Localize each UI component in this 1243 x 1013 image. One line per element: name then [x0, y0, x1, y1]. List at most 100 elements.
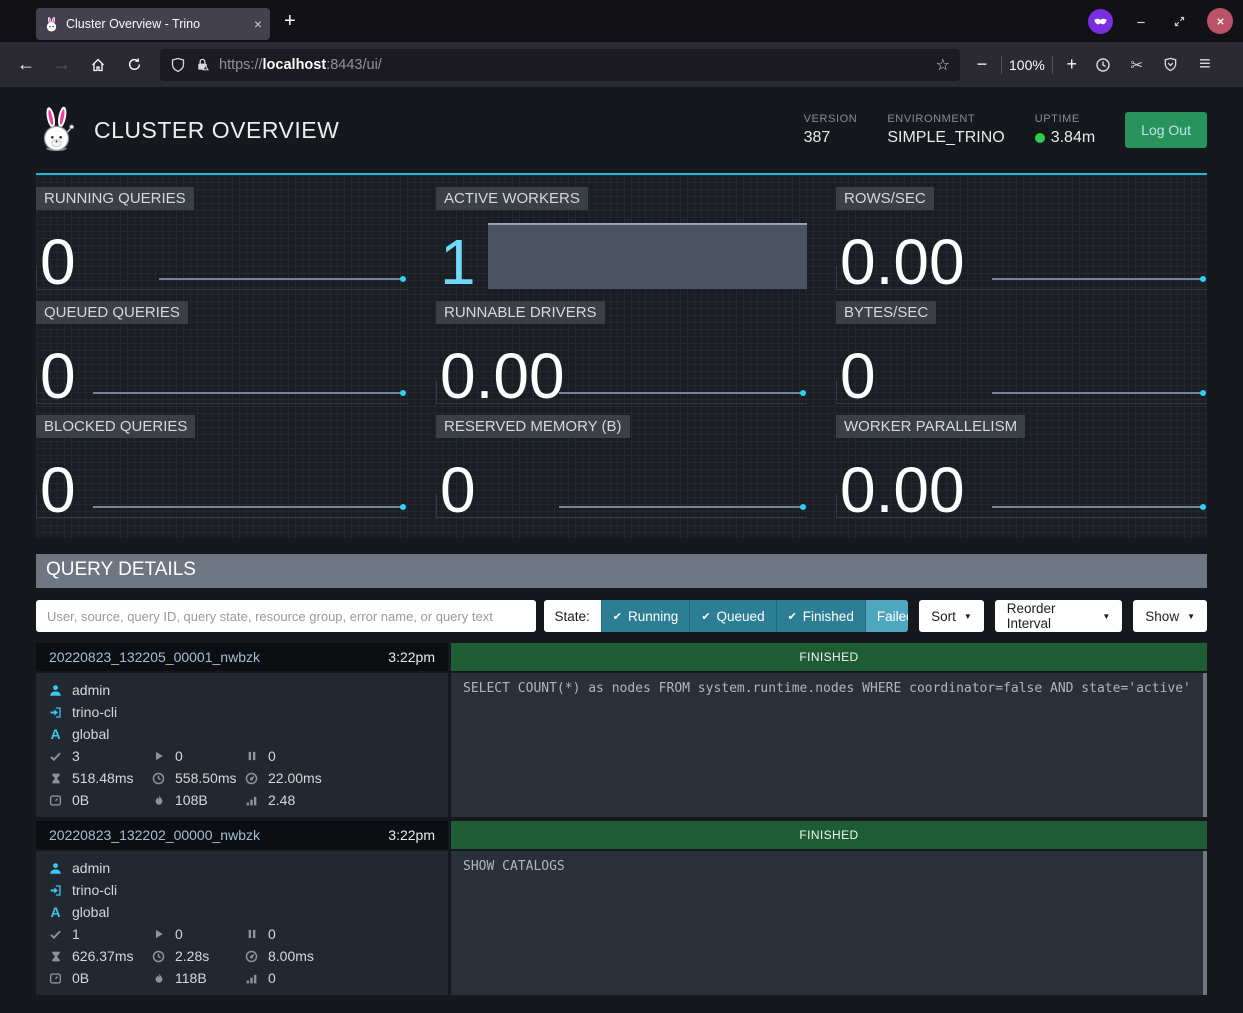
- reload-button[interactable]: [118, 49, 150, 81]
- tab-title: Cluster Overview - Trino: [66, 17, 247, 31]
- zoom-level[interactable]: 100%: [1009, 57, 1045, 73]
- restore-button[interactable]: [1169, 15, 1189, 28]
- bookmark-star-icon[interactable]: ☆: [936, 55, 950, 75]
- filter-finished-button[interactable]: ✔Finished: [776, 600, 865, 632]
- stat-label: RESERVED MEMORY (B): [436, 415, 630, 438]
- tab-close-icon[interactable]: ×: [254, 16, 262, 32]
- query-id-link[interactable]: 20220823_132205_00001_nwbzk: [49, 649, 260, 665]
- new-tab-button[interactable]: +: [284, 10, 296, 33]
- browser-tab[interactable]: Cluster Overview - Trino ×: [36, 8, 270, 40]
- stat-label: ACTIVE WORKERS: [436, 187, 588, 210]
- shield-icon[interactable]: [170, 57, 186, 73]
- pocket-shield-icon[interactable]: [1156, 50, 1186, 80]
- current-memory: 0B: [72, 792, 89, 808]
- sparkline-frame: [36, 380, 407, 404]
- chevron-down-icon: ▼: [964, 612, 972, 621]
- source-signin-icon: [48, 706, 63, 719]
- version-value: 387: [804, 129, 858, 147]
- query-id-link[interactable]: 20220823_132202_00000_nwbzk: [49, 827, 260, 843]
- version-info: VERSION 387: [804, 113, 858, 147]
- query-resource-group: global: [72, 904, 109, 920]
- cluster-stats-section: RUNNING QUERIES 0 ACTIVE WORKERS 1 ROWS/…: [36, 175, 1207, 538]
- screenshot-scissors-icon[interactable]: ✂: [1122, 50, 1152, 80]
- filter-queued-button[interactable]: ✔Queued: [689, 600, 775, 632]
- filter-failed-dropdown[interactable]: Failed▼: [865, 600, 908, 632]
- query-text: SELECT COUNT(*) as nodes FROM system.run…: [463, 681, 1195, 696]
- logout-button[interactable]: Log Out: [1125, 112, 1207, 148]
- sparkline: [992, 506, 1204, 508]
- show-dropdown[interactable]: Show▼: [1133, 600, 1207, 632]
- minimize-button[interactable]: [1131, 15, 1151, 27]
- query-row-header: 20220823_132202_00000_nwbzk 3:22pm: [36, 821, 448, 849]
- queued-splits-pause-icon: [244, 928, 259, 940]
- lock-icon[interactable]: [195, 57, 210, 72]
- chevron-down-icon: ▼: [1102, 612, 1110, 621]
- wall-time: 518.48ms: [72, 770, 133, 786]
- query-details-header: QUERY DETAILS: [36, 554, 1207, 588]
- user-icon: [48, 684, 63, 697]
- query-search-input[interactable]: [36, 600, 536, 632]
- stat-tile-queued-queries: QUEUED QUERIES 0: [36, 301, 407, 408]
- resource-group-font-icon: A: [48, 727, 63, 741]
- scrollbar[interactable]: [1203, 673, 1207, 817]
- state-filter-label: State:: [544, 600, 601, 632]
- menu-hamburger-icon[interactable]: ≡: [1190, 50, 1220, 80]
- chevron-down-icon: ▼: [1187, 612, 1195, 621]
- completed-splits-check-icon: [48, 928, 63, 941]
- stat-label: QUEUED QUERIES: [36, 301, 188, 324]
- close-window-button[interactable]: [1207, 8, 1233, 34]
- sort-dropdown[interactable]: Sort▼: [919, 600, 984, 632]
- cpu-time-gauge-icon: [244, 772, 259, 785]
- history-clock-icon[interactable]: [1088, 50, 1118, 80]
- stat-tile-blocked-queries: BLOCKED QUERIES 0: [36, 415, 407, 522]
- queued-splits: 0: [268, 748, 276, 764]
- stat-value: 0: [840, 344, 876, 408]
- stat-label: RUNNABLE DRIVERS: [436, 301, 605, 324]
- zoom-out-button[interactable]: −: [970, 49, 994, 81]
- scrollbar[interactable]: [1203, 851, 1207, 995]
- filter-running-button[interactable]: ✔Running: [601, 600, 690, 632]
- resource-group-font-icon: A: [48, 905, 63, 919]
- sparkline: [93, 506, 405, 508]
- current-memory: 0B: [72, 970, 89, 986]
- reorder-interval-dropdown[interactable]: Reorder Interval▼: [995, 600, 1123, 632]
- running-splits: 0: [175, 748, 183, 764]
- query-details-panel: admin trino-cli Aglobal 3 0 0 518.48ms 5…: [36, 673, 448, 817]
- peak-memory: 118B: [175, 970, 207, 986]
- completed-splits: 3: [72, 748, 80, 764]
- peak-memory-flame-icon: [151, 794, 166, 807]
- stat-tile-active-workers: ACTIVE WORKERS 1: [436, 187, 807, 294]
- query-source: trino-cli: [72, 704, 117, 720]
- cumulative-memory-chart-icon: [244, 972, 259, 985]
- sparkline: [559, 506, 804, 508]
- wall-time: 626.37ms: [72, 948, 133, 964]
- stat-value: 0: [40, 230, 76, 294]
- sparkline: [992, 392, 1204, 394]
- zoom-in-button[interactable]: +: [1060, 49, 1084, 81]
- peak-memory-flame-icon: [151, 972, 166, 985]
- home-button[interactable]: [82, 49, 114, 81]
- trino-bunny-logo-icon: [36, 106, 78, 154]
- query-row: 20220823_132202_00000_nwbzk 3:22pm FINIS…: [36, 821, 1207, 995]
- cpu-time-gauge-icon: [244, 950, 259, 963]
- stat-value: 1: [440, 230, 476, 294]
- stat-value: 0: [40, 458, 76, 522]
- query-row: 20220823_132205_00001_nwbzk 3:22pm FINIS…: [36, 643, 1207, 817]
- queued-splits: 0: [268, 926, 276, 942]
- stat-value: 0.00: [840, 230, 965, 294]
- stat-label: RUNNING QUERIES: [36, 187, 194, 210]
- uptime-label: UPTIME: [1035, 113, 1095, 125]
- urlbar[interactable]: https://localhost:8443/ui/ ☆: [160, 49, 960, 81]
- query-resource-group: global: [72, 726, 109, 742]
- back-button[interactable]: ←: [10, 49, 42, 81]
- page-header: CLUSTER OVERVIEW VERSION 387 ENVIRONMENT…: [36, 87, 1207, 175]
- sparkline: [93, 392, 405, 394]
- stat-label: WORKER PARALLELISM: [836, 415, 1025, 438]
- forward-button[interactable]: →: [46, 49, 78, 81]
- environment-value: SIMPLE_TRINO: [887, 129, 1004, 147]
- version-label: VERSION: [804, 113, 858, 125]
- cumulative-memory-chart-icon: [244, 794, 259, 807]
- uptime-status-dot: [1035, 133, 1045, 143]
- stat-value: 0: [440, 458, 476, 522]
- elapsed-time: 558.50ms: [175, 770, 236, 786]
